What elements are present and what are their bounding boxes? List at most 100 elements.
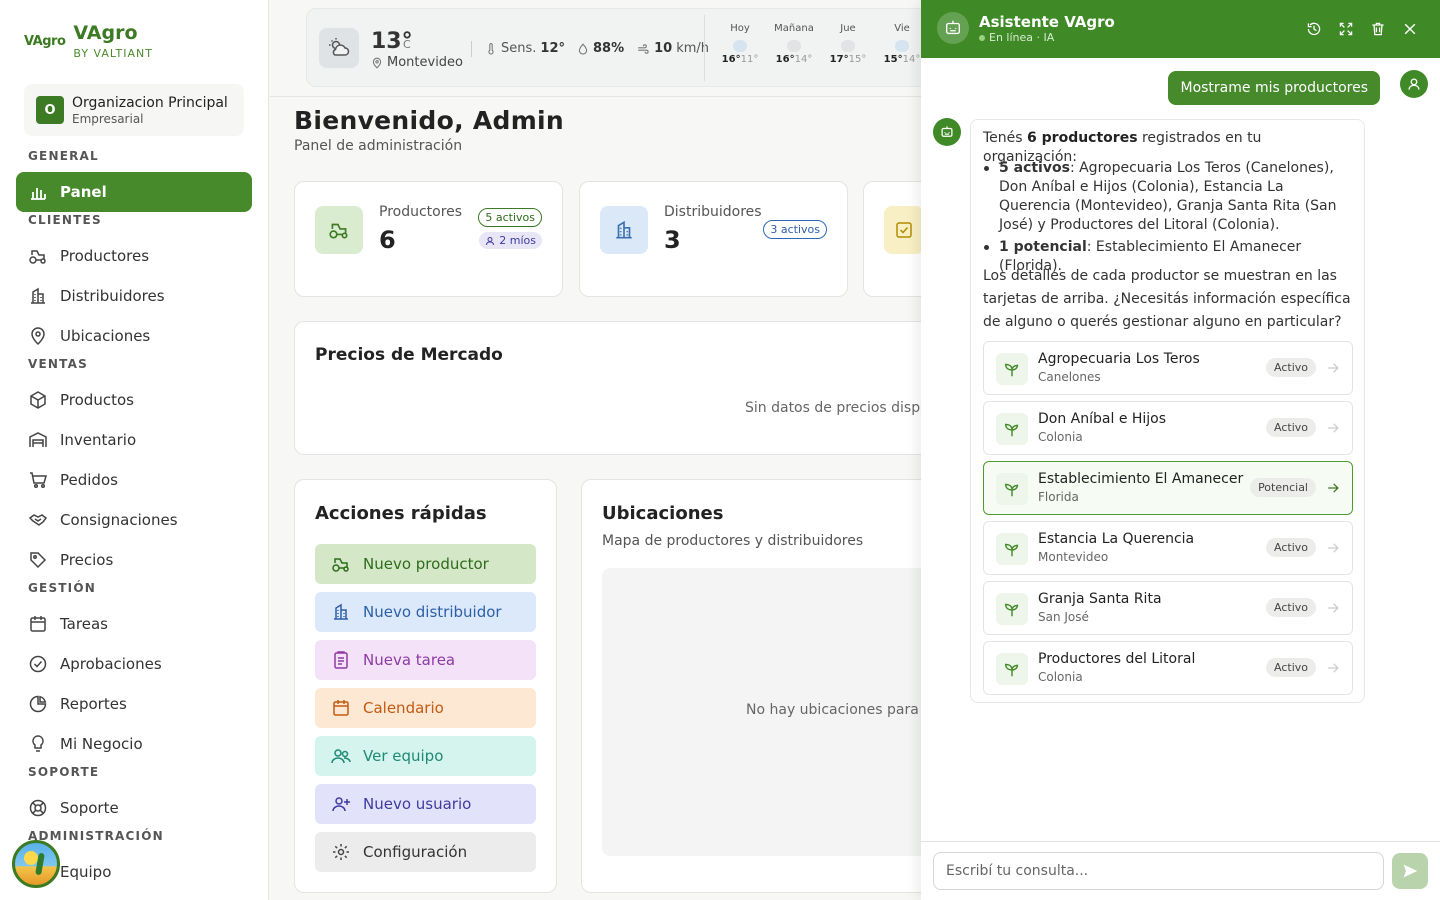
map-area[interactable]: No hay ubicaciones para mostrar — [602, 568, 978, 856]
user-avatar — [1400, 70, 1428, 98]
new-task-button[interactable]: Nueva tarea — [315, 640, 536, 680]
bot-avatar — [933, 118, 961, 146]
sidebar-item-tareas[interactable]: Tareas — [16, 604, 252, 644]
sidebar-item-precios[interactable]: Precios — [16, 540, 252, 580]
producer-card[interactable]: Granja Santa Rita San José Activo — [983, 581, 1353, 635]
sidebar-item-label: Ubicaciones — [60, 327, 151, 345]
sidebar-item-reportes[interactable]: Reportes — [16, 684, 252, 724]
sidebar-item-label: Distribuidores — [60, 287, 165, 305]
section-soporte: SOPORTE — [28, 765, 100, 779]
stat-value: 6 — [379, 226, 396, 254]
producer-location: Colonia — [1038, 670, 1083, 684]
warehouse-icon — [29, 432, 47, 447]
card-title: Acciones rápidas — [315, 503, 487, 524]
tractor-icon — [29, 250, 46, 264]
producer-card[interactable]: Agropecuaria Los Teros Canelones Activo — [983, 341, 1353, 395]
cloud-icon — [787, 40, 801, 52]
droplet-icon — [578, 42, 588, 55]
section-administracion: ADMINISTRACIÓN — [28, 829, 164, 843]
cart-icon — [30, 472, 47, 489]
new-user-button[interactable]: Nuevo usuario — [315, 784, 536, 824]
divider — [704, 15, 705, 81]
forecast-day: Jue 17°15° — [825, 23, 871, 65]
sidebar-item-label: Panel — [60, 183, 107, 201]
package-icon — [30, 391, 46, 409]
tag-icon — [30, 552, 47, 569]
beach-avatar-button[interactable] — [12, 840, 60, 888]
close-button[interactable] — [1399, 18, 1421, 40]
wind: 10 km/h — [636, 41, 709, 56]
sidebar-item-inventario[interactable]: Inventario — [16, 420, 252, 460]
weather-city: Montevideo — [371, 55, 463, 70]
delete-button[interactable] — [1367, 18, 1389, 40]
sidebar-item-panel[interactable]: Panel — [16, 172, 252, 212]
send-button[interactable] — [1392, 853, 1428, 889]
weather-widget[interactable]: 13° C Montevideo Sens. 12° 88% 10 km/h H… — [306, 8, 946, 87]
producer-name: Productores del Litoral — [1038, 651, 1196, 667]
status-badge: Activo — [1266, 598, 1316, 617]
gear-icon — [333, 844, 349, 860]
stat-card-distribuidores[interactable]: Distribuidores 3 3 activos — [579, 181, 848, 297]
org-type: Empresarial — [72, 111, 144, 126]
calendar-button[interactable]: Calendario — [315, 688, 536, 728]
send-icon — [1403, 864, 1418, 878]
chat-input[interactable] — [933, 852, 1384, 890]
producer-location: San José — [1038, 610, 1089, 624]
stat-card-productores[interactable]: Productores 6 5 activos 2 míos — [294, 181, 563, 297]
sidebar-item-aprobaciones[interactable]: Aprobaciones — [16, 644, 252, 684]
stat-label: Distribuidores — [664, 204, 762, 220]
tractor-icon — [332, 558, 349, 572]
brand[interactable]: VAgro VAgro BY VALTIANT — [24, 22, 153, 60]
forecast-day-label: Jue — [840, 23, 856, 34]
producer-location: Florida — [1038, 490, 1079, 504]
sprout-icon — [996, 533, 1028, 565]
new-distributor-button[interactable]: Nuevo distribuidor — [315, 592, 536, 632]
producer-card[interactable]: Estancia La Querencia Montevideo Activo — [983, 521, 1353, 575]
producer-location: Montevideo — [1038, 550, 1109, 564]
sidebar-item-productores[interactable]: Productores — [16, 236, 252, 276]
sidebar-item-ubicaciones[interactable]: Ubicaciones — [16, 316, 252, 356]
thermometer-icon — [488, 42, 494, 54]
market-prices-card: Precios de Mercado Sin datos de precios … — [294, 321, 970, 455]
status-badge: Potencial — [1250, 478, 1316, 497]
producer-card[interactable]: Productores del Litoral Colonia Activo — [983, 641, 1353, 695]
text-bold: 5 activos — [999, 160, 1070, 176]
sidebar-item-productos[interactable]: Productos — [16, 380, 252, 420]
forecast-min: 14° — [902, 54, 921, 65]
status-badge: Activo — [1266, 658, 1316, 677]
arrow-right-icon — [1328, 483, 1339, 493]
view-team-button[interactable]: Ver equipo — [315, 736, 536, 776]
brand-subtitle: BY VALTIANT — [73, 47, 153, 60]
history-button[interactable] — [1303, 18, 1325, 40]
trash-icon — [1372, 22, 1384, 36]
badge-mine-label: 2 míos — [499, 234, 536, 247]
sidebar-item-distribuidores[interactable]: Distribuidores — [16, 276, 252, 316]
sidebar-item-label: Productos — [60, 391, 134, 409]
status-badge: Activo — [1266, 538, 1316, 557]
organization-selector[interactable]: O Organizacion Principal Empresarial — [24, 84, 244, 136]
settings-button[interactable]: Configuración — [315, 832, 536, 872]
sidebar-item-label: Tareas — [60, 615, 108, 633]
sidebar-item-consignaciones[interactable]: Consignaciones — [16, 500, 252, 540]
producer-card[interactable]: Establecimiento El Amanecer Florida Pote… — [983, 461, 1353, 515]
card-subtitle: Mapa de productores y distribuidores — [602, 533, 864, 549]
map-pin-icon — [31, 327, 45, 346]
expand-button[interactable] — [1335, 18, 1357, 40]
sidebar-item-pedidos[interactable]: Pedidos — [16, 460, 252, 500]
feels-like: Sens. 12° — [485, 41, 565, 56]
sidebar-item-label: Aprobaciones — [60, 655, 162, 673]
building-icon — [600, 206, 648, 254]
building-icon — [31, 287, 45, 304]
sidebar-item-mi-negocio[interactable]: Mi Negocio — [16, 724, 252, 764]
new-producer-button[interactable]: Nuevo productor — [315, 544, 536, 584]
assistant-status: En línea · IA — [979, 31, 1054, 44]
assistant-title: Asistente VAgro — [979, 13, 1115, 31]
forecast-temps: 16°14° — [771, 54, 817, 65]
button-label: Configuración — [363, 843, 468, 861]
producer-card[interactable]: Don Aníbal e Hijos Colonia Activo — [983, 401, 1353, 455]
page-subtitle: Panel de administración — [294, 138, 463, 154]
lifebuoy-icon — [29, 799, 47, 817]
arrow-right-icon — [1328, 363, 1339, 373]
sidebar-item-soporte[interactable]: Soporte — [16, 788, 252, 828]
sidebar-item-label: Equipo — [60, 863, 112, 881]
